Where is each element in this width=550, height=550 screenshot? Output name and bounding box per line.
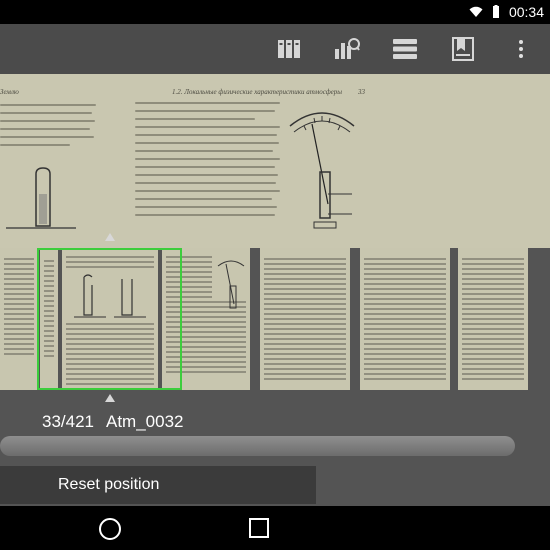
overflow-menu-button[interactable] xyxy=(492,24,550,74)
list-icon xyxy=(393,39,417,59)
page-slider[interactable] xyxy=(0,436,515,456)
thumbnail-strip[interactable] xyxy=(0,248,550,390)
battery-icon xyxy=(492,5,499,18)
wifi-icon xyxy=(469,6,483,17)
status-bar: 00:34 xyxy=(0,0,550,24)
aneroid-barometer-figure xyxy=(289,112,355,229)
left-page-text xyxy=(0,104,98,152)
barometer-tube-figure xyxy=(6,167,76,229)
thumbnail-page[interactable] xyxy=(458,248,528,390)
page-file-name: Atm_0032 xyxy=(106,412,184,431)
toolbar xyxy=(0,24,550,74)
more-icon xyxy=(519,40,523,58)
thumbnail-page-selected[interactable] xyxy=(62,248,158,390)
page-position: 33/421 xyxy=(42,412,94,431)
right-page-text xyxy=(135,102,285,222)
bookmark-button[interactable] xyxy=(434,24,492,74)
thumbnail-page[interactable] xyxy=(40,248,58,390)
thumbnail-page[interactable] xyxy=(360,248,450,390)
list-button[interactable] xyxy=(376,24,434,74)
bookmark-icon xyxy=(452,37,474,61)
navigation-panel: 33/421 Atm_0032 Reset position xyxy=(0,390,550,506)
reset-position-button[interactable]: Reset position xyxy=(0,466,316,504)
page-number: 33 xyxy=(358,88,365,96)
page-info: 33/421 Atm_0032 xyxy=(42,412,184,432)
thumbnail-page[interactable] xyxy=(162,248,250,390)
right-page-heading: 1.2. Локальные физические характеристики… xyxy=(172,88,343,96)
stats-icon xyxy=(335,38,360,59)
home-button[interactable] xyxy=(96,515,124,543)
left-page-heading: Землю xyxy=(0,88,19,96)
stats-button[interactable] xyxy=(318,24,376,74)
thumbnail-page[interactable] xyxy=(260,248,350,390)
recents-button[interactable] xyxy=(246,515,272,541)
current-position-marker-bottom xyxy=(105,394,115,402)
library-icon xyxy=(278,40,300,58)
library-button[interactable] xyxy=(260,24,318,74)
current-position-marker-top xyxy=(105,233,115,241)
recents-icon xyxy=(249,518,269,538)
system-nav-bar xyxy=(0,506,550,550)
clock: 00:34 xyxy=(508,4,544,20)
home-icon xyxy=(99,518,121,540)
page-view[interactable]: Землю 1.2. Локальные физические характер… xyxy=(0,74,550,248)
thumbnail-page[interactable] xyxy=(0,248,38,390)
